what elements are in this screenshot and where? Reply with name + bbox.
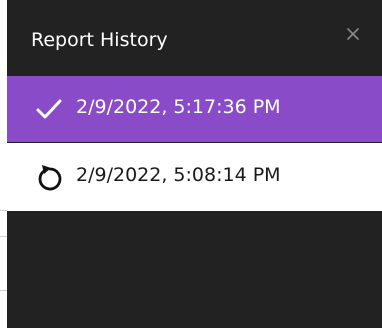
- restore-icon: [38, 165, 62, 191]
- history-item[interactable]: 2/9/2022, 5:08:14 PM: [7, 142, 382, 211]
- history-item-selected[interactable]: 2/9/2022, 5:17:36 PM: [7, 76, 382, 142]
- history-item-label: 2/9/2022, 5:17:36 PM: [76, 96, 281, 118]
- history-item-label: 2/9/2022, 5:08:14 PM: [76, 164, 281, 186]
- panel-title: Report History: [31, 29, 168, 51]
- report-history-screen: Report History 2/9/2022, 5:17:36 PM 2/9/…: [0, 0, 382, 328]
- checkmark-icon: [36, 99, 62, 119]
- report-history-panel: Report History 2/9/2022, 5:17:36 PM 2/9/…: [7, 0, 382, 328]
- close-icon: [347, 28, 359, 40]
- history-list: 2/9/2022, 5:17:36 PM 2/9/2022, 5:08:14 P…: [7, 76, 382, 211]
- panel-header: Report History: [7, 0, 382, 76]
- close-button[interactable]: [343, 24, 363, 44]
